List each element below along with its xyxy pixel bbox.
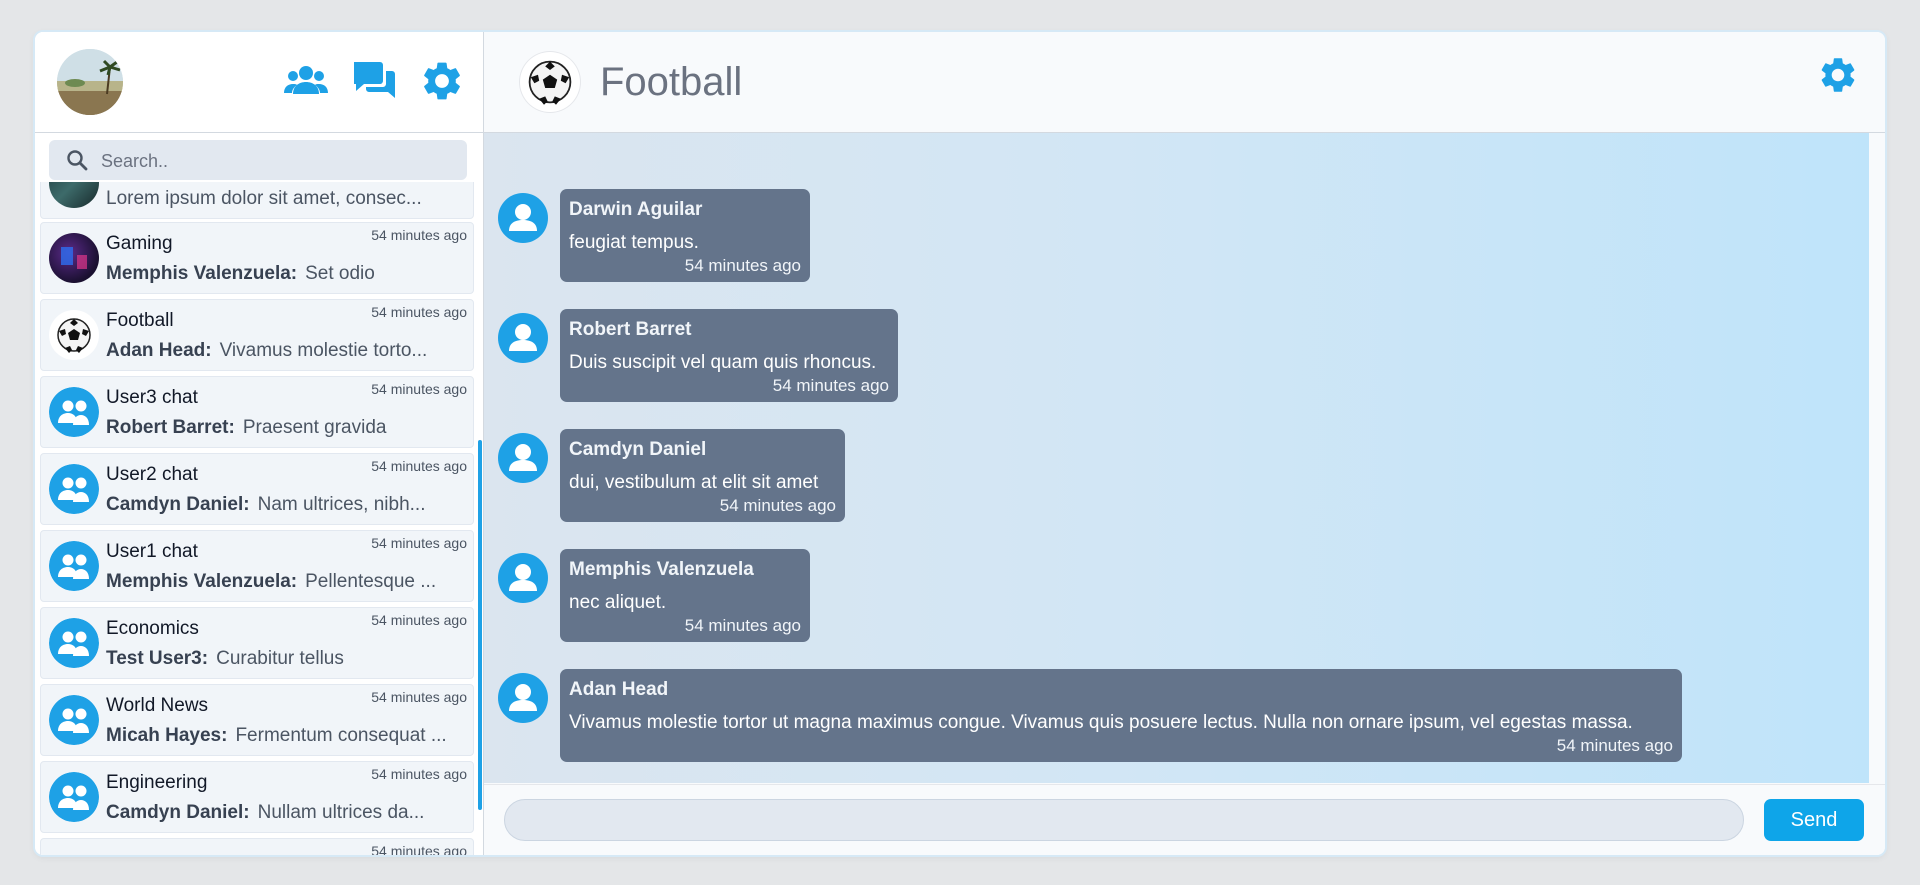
user-avatar-icon	[498, 313, 548, 363]
chat-panel: Football Darwin Aguilar feugiat tempus. …	[484, 32, 1885, 855]
chat-last-message: Camdyn Daniel: Nam ultrices, nibh...	[106, 494, 426, 515]
my-avatar[interactable]	[57, 49, 123, 115]
group-icon	[49, 772, 99, 822]
chat-time: 54 minutes ago	[371, 766, 467, 782]
chat-time: 54 minutes ago	[371, 843, 467, 855]
message-text: feugiat tempus.	[569, 232, 699, 253]
group-icon	[49, 541, 99, 591]
chat-app: Lorem ipsum dolor sit amet, consec... Ga…	[35, 32, 1885, 855]
message-sender: Camdyn Daniel	[569, 439, 707, 460]
chat-item-gaming[interactable]: Gaming 54 minutes ago Memphis Valenzuela…	[40, 222, 474, 294]
send-button[interactable]: Send	[1764, 799, 1864, 841]
chat-item-user1[interactable]: User1 chat 54 minutes ago Memphis Valenz…	[40, 530, 474, 602]
user-avatar-icon	[498, 553, 548, 603]
user-avatar-icon	[498, 673, 548, 723]
user-avatar-icon	[498, 193, 548, 243]
chat-last-message: Micah Hayes: Fermentum consequat ...	[106, 725, 447, 746]
chat-name: User3 chat	[106, 387, 198, 408]
scrollbar[interactable]	[478, 440, 482, 810]
composer: Send	[484, 784, 1885, 855]
chat-item[interactable]: 54 minutes ago	[40, 838, 474, 855]
chat-name: User1 chat	[106, 541, 198, 562]
chat-name: Football	[106, 310, 174, 331]
group-icon	[49, 464, 99, 514]
message-bubble: Adan Head Vivamus molestie tortor ut mag…	[560, 669, 1682, 762]
chat-item[interactable]: Lorem ipsum dolor sit amet, consec...	[40, 182, 474, 219]
message-sender: Robert Barret	[569, 319, 692, 340]
message-list: Darwin Aguilar feugiat tempus. 54 minute…	[484, 133, 1869, 783]
message-sender: Darwin Aguilar	[569, 199, 703, 220]
chat-last-message: Adan Head: Vivamus molestie torto...	[106, 340, 428, 361]
message-text: dui, vestibulum at elit sit amet	[569, 472, 819, 493]
gear-icon[interactable]	[419, 58, 465, 104]
chat-name: Gaming	[106, 233, 173, 254]
chat-time: 54 minutes ago	[371, 535, 467, 551]
chat-time: 54 minutes ago	[371, 689, 467, 705]
sidebar-header	[35, 32, 483, 133]
message-text: Vivamus molestie tortor ut magna maximus…	[569, 712, 1633, 733]
message-bubble: Robert Barret Duis suscipit vel quam qui…	[560, 309, 898, 402]
soccer-ball-icon	[520, 52, 580, 112]
search-icon	[67, 150, 88, 171]
chat-last-message: Camdyn Daniel: Nullam ultrices da...	[106, 802, 425, 823]
message-bubble: Darwin Aguilar feugiat tempus. 54 minute…	[560, 189, 810, 282]
message-time: 54 minutes ago	[684, 256, 801, 275]
chat-avatar	[49, 233, 99, 283]
chat-time: 54 minutes ago	[371, 458, 467, 474]
message-time: 54 minutes ago	[1556, 736, 1673, 755]
chat-name: User2 chat	[106, 464, 198, 485]
message-time: 54 minutes ago	[772, 376, 889, 395]
chat-name: Engineering	[106, 772, 208, 793]
chat-header: Football	[484, 32, 1885, 133]
chat-item-user3[interactable]: User3 chat 54 minutes ago Robert Barret:…	[40, 376, 474, 448]
chat-item-user2[interactable]: User2 chat 54 minutes ago Camdyn Daniel:…	[40, 453, 474, 525]
message-input[interactable]	[504, 799, 1744, 841]
chat-time: 54 minutes ago	[371, 612, 467, 628]
soccer-ball-icon	[49, 310, 99, 360]
chat-name: Economics	[106, 618, 199, 639]
message-time: 54 minutes ago	[719, 496, 836, 515]
message-bubble: Memphis Valenzuela nec aliquet. 54 minut…	[560, 549, 810, 642]
message-sender: Adan Head	[569, 679, 669, 700]
group-icon	[49, 695, 99, 745]
chat-avatar	[49, 182, 99, 208]
chat-time: 54 minutes ago	[371, 304, 467, 320]
message-bubble: Camdyn Daniel dui, vestibulum at elit si…	[560, 429, 845, 522]
user-avatar-icon	[498, 433, 548, 483]
group-icon	[49, 618, 99, 668]
chat-last-message: Memphis Valenzuela: Set odio	[106, 263, 375, 284]
users-icon[interactable]	[283, 58, 329, 104]
message-sender: Memphis Valenzuela	[569, 559, 754, 580]
chat-title: Football	[600, 60, 743, 104]
chat-last-message: Memphis Valenzuela: Pellentesque ...	[106, 571, 437, 592]
chat-last-message: Test User3: Curabitur tellus	[106, 648, 344, 669]
chat-name: World News	[106, 695, 209, 716]
chat-icon[interactable]	[351, 58, 397, 104]
message-text: nec aliquet.	[569, 592, 667, 613]
chat-item-world-news[interactable]: World News 54 minutes ago Micah Hayes: Fe…	[40, 684, 474, 756]
group-icon	[49, 387, 99, 437]
message-time: 54 minutes ago	[684, 616, 801, 635]
chat-last-message: Lorem ipsum dolor sit amet, consec...	[106, 188, 422, 209]
chat-last-message: Robert Barret: Praesent gravida	[106, 417, 387, 438]
chat-list: Lorem ipsum dolor sit amet, consec... Ga…	[35, 182, 483, 855]
chat-time: 54 minutes ago	[371, 381, 467, 397]
chat-item-engineering[interactable]: Engineering 54 minutes ago Camdyn Daniel…	[40, 761, 474, 833]
message-text: Duis suscipit vel quam quis rhoncus.	[569, 352, 877, 373]
gear-icon[interactable]	[1817, 54, 1859, 96]
search-bar	[49, 140, 467, 182]
search-input[interactable]	[99, 140, 453, 182]
chat-time: 54 minutes ago	[371, 227, 467, 243]
chat-item-football[interactable]: Football 54 minutes ago Adan Head: Vivamu…	[40, 299, 474, 371]
sidebar: Lorem ipsum dolor sit amet, consec... Ga…	[35, 32, 484, 855]
chat-item-economics[interactable]: Economics 54 minutes ago Test User3: Cura…	[40, 607, 474, 679]
